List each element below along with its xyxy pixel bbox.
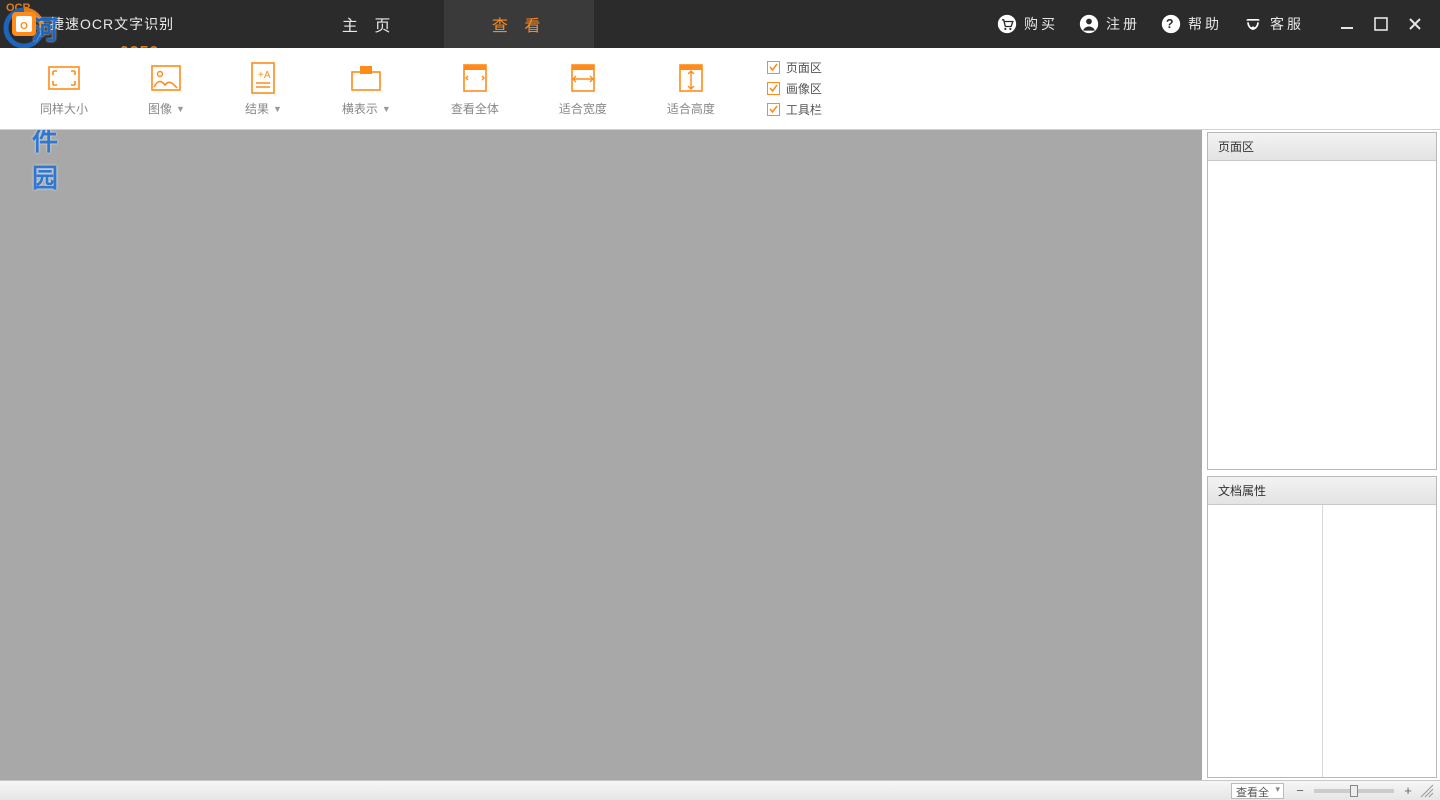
result-button[interactable]: +A 结果 ▼ <box>245 60 282 117</box>
check-label: 画像区 <box>786 80 822 97</box>
view-all-button[interactable]: 查看全体 <box>451 60 499 117</box>
doc-props-body <box>1208 505 1436 777</box>
page-area-panel: 页面区 <box>1207 132 1437 470</box>
check-toolbar[interactable]: 工具栏 <box>767 101 822 118</box>
tab-view[interactable]: 查 看 <box>444 0 594 48</box>
buy-label: 购买 <box>1024 14 1058 34</box>
zoom-in-button[interactable]: + <box>1400 783 1416 798</box>
chevron-down-icon: ▼ <box>176 104 185 114</box>
checkbox-icon <box>767 82 780 95</box>
slider-thumb[interactable] <box>1350 785 1358 797</box>
fit-height-icon <box>673 60 709 96</box>
checkbox-icon <box>767 103 780 116</box>
side-panels: 页面区 文档属性 <box>1202 130 1440 780</box>
checkbox-icon <box>767 61 780 74</box>
horizontal-label: 横表示 <box>342 100 378 117</box>
image-icon <box>148 60 184 96</box>
app-logo-icon: O <box>0 0 48 48</box>
register-label: 注册 <box>1106 14 1140 34</box>
zoom-slider[interactable] <box>1314 789 1394 793</box>
resize-grip-icon[interactable] <box>1420 784 1434 798</box>
window-controls <box>1330 0 1432 48</box>
phone-icon <box>1242 13 1264 35</box>
chevron-down-icon: ▼ <box>382 104 391 114</box>
fit-width-label: 适合宽度 <box>559 100 607 117</box>
content-area: 页面区 文档属性 <box>0 130 1440 780</box>
doc-props-header[interactable]: 文档属性 <box>1208 477 1436 505</box>
user-icon <box>1078 13 1100 35</box>
minimize-button[interactable] <box>1330 0 1364 48</box>
image-label: 图像 <box>148 100 172 117</box>
maximize-button[interactable] <box>1364 0 1398 48</box>
titlebar-actions: 购买 注册 ? 帮助 客服 <box>986 0 1440 48</box>
view-all-icon <box>457 60 493 96</box>
fit-height-label: 适合高度 <box>667 100 715 117</box>
doc-props-panel: 文档属性 <box>1207 476 1437 778</box>
help-button[interactable]: ? 帮助 <box>1150 0 1232 48</box>
page-area-header[interactable]: 页面区 <box>1208 133 1436 161</box>
result-label: 结果 <box>245 100 269 117</box>
view-all-label: 查看全体 <box>451 100 499 117</box>
close-button[interactable] <box>1398 0 1432 48</box>
svg-text:+A: +A <box>258 70 271 81</box>
chevron-down-icon: ▼ <box>273 104 282 114</box>
horizontal-icon <box>348 60 384 96</box>
app-title: 捷速OCR文字识别 <box>50 14 174 34</box>
buy-button[interactable]: 购买 <box>986 0 1068 48</box>
statusbar: 查看全 − + <box>0 780 1440 800</box>
help-icon: ? <box>1160 13 1182 35</box>
svg-text:O: O <box>20 21 28 32</box>
same-size-label: 同样大小 <box>40 100 88 117</box>
fit-width-icon <box>565 60 601 96</box>
tab-home[interactable]: 主 页 <box>294 0 444 48</box>
horizontal-button[interactable]: 横表示 ▼ <box>342 60 391 117</box>
svg-text:?: ? <box>1166 17 1176 31</box>
main-tabs: 主 页 查 看 <box>294 0 594 48</box>
fit-height-button[interactable]: 适合高度 <box>667 60 715 117</box>
same-size-button[interactable]: 同样大小 <box>40 60 88 117</box>
view-toolbar: 同样大小 图像▼ +A 结果▼ 横表示▼ 查看全体 适合宽度 适合 <box>0 48 1440 130</box>
zoom-select-label: 查看全 <box>1236 787 1269 799</box>
doc-props-col-val[interactable] <box>1323 505 1437 777</box>
register-button[interactable]: 注册 <box>1068 0 1150 48</box>
help-label: 帮助 <box>1188 14 1222 34</box>
service-label: 客服 <box>1270 14 1304 34</box>
page-area-body[interactable] <box>1208 161 1436 469</box>
fit-width-button[interactable]: 适合宽度 <box>559 60 607 117</box>
zoom-out-button[interactable]: − <box>1292 783 1308 798</box>
result-icon: +A <box>245 60 281 96</box>
check-label: 工具栏 <box>786 101 822 118</box>
doc-props-col-key[interactable] <box>1208 505 1323 777</box>
check-image-area[interactable]: 画像区 <box>767 80 822 97</box>
check-page-area[interactable]: 页面区 <box>767 59 822 76</box>
zoom-select[interactable]: 查看全 <box>1231 783 1284 799</box>
check-label: 页面区 <box>786 59 822 76</box>
view-checkboxes: 页面区 画像区 工具栏 <box>767 59 822 118</box>
titlebar: OCR 河东软件园 www.pc0359.cn O 捷速OCR文字识别 主 页 … <box>0 0 1440 48</box>
service-button[interactable]: 客服 <box>1232 0 1314 48</box>
canvas-area[interactable] <box>0 130 1202 780</box>
image-button[interactable]: 图像 ▼ <box>148 60 185 117</box>
same-size-icon <box>46 60 82 96</box>
cart-icon <box>996 13 1018 35</box>
